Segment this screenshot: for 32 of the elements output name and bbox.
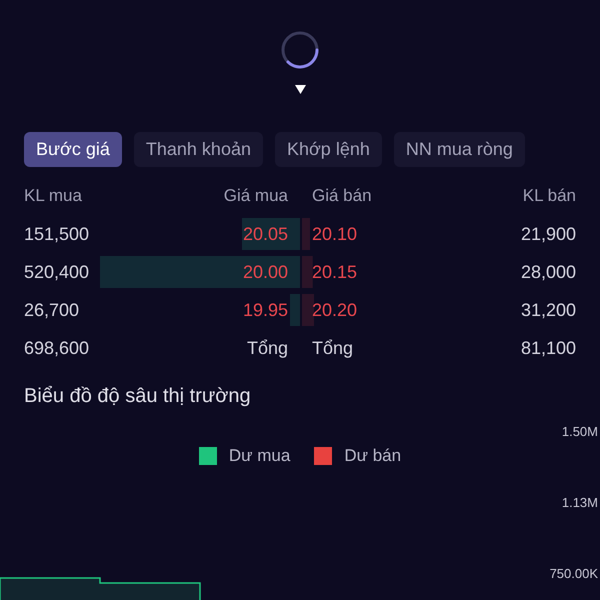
caret-icon[interactable] <box>294 85 306 94</box>
table-cell: 20.20 <box>312 300 358 320</box>
axis-tick-label: 1.13M <box>562 495 598 510</box>
table-cell: 520,400 <box>24 262 90 282</box>
table-cell: 31,200 <box>520 300 576 320</box>
table-cell: 81,100 <box>520 338 576 358</box>
tab[interactable]: Bước giá <box>24 132 122 167</box>
column-header: Giá mua <box>224 186 288 206</box>
table-cell: 28,000 <box>520 262 576 282</box>
tab[interactable]: Thanh khoản <box>134 132 263 167</box>
legend-label: Dư mua <box>228 446 290 466</box>
column-header: Giá bán <box>312 186 372 206</box>
table-cell: 151,500 <box>24 224 90 244</box>
table-cell: 26,700 <box>24 300 80 320</box>
chart-title: Biểu đồ độ sâu thị trường <box>23 384 252 408</box>
table-cell: Tổng <box>312 338 354 358</box>
table-cell: 20.15 <box>312 262 358 282</box>
table-cell: Tổng <box>246 338 288 358</box>
column-header: KL mua <box>24 186 82 206</box>
table-cell: 698,600 <box>24 338 90 358</box>
loading-spinner-icon <box>280 30 320 70</box>
legend-label: Dư bán <box>344 446 402 466</box>
table-cell: 20.05 <box>242 224 288 244</box>
axis-tick-label: 750.00K <box>550 566 598 581</box>
table-cell: 20.10 <box>312 224 358 244</box>
tab[interactable]: Khớp lệnh <box>274 132 382 167</box>
table-cell: 19.95 <box>242 300 288 320</box>
table-cell: 21,900 <box>520 224 576 244</box>
axis-tick-label: 1.50M <box>562 424 598 439</box>
column-header: KL bán <box>522 186 576 206</box>
table-cell: 20.00 <box>242 262 288 282</box>
tab[interactable]: NN mua ròng <box>394 132 525 167</box>
